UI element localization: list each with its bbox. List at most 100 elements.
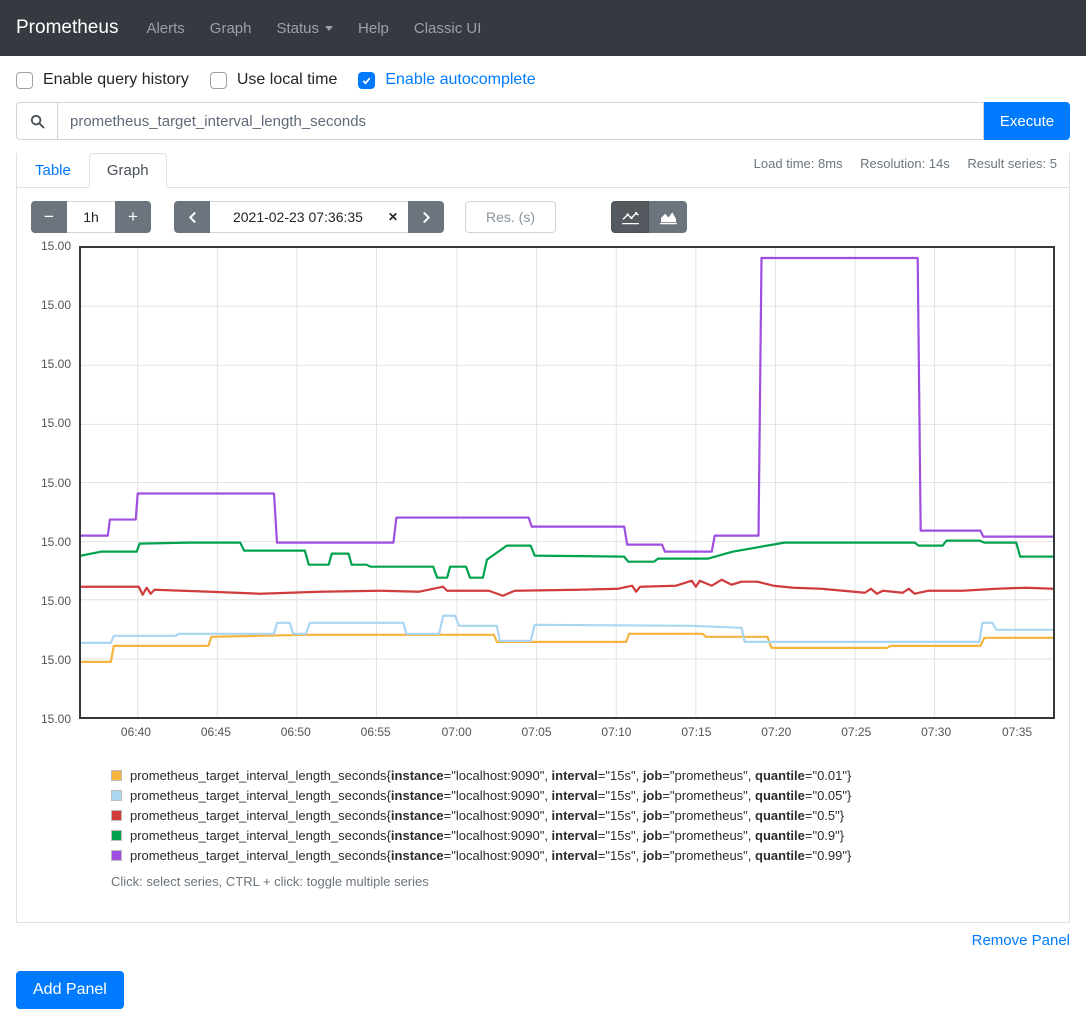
time-back-button[interactable] xyxy=(174,201,210,233)
legend-swatch xyxy=(111,850,122,861)
datetime-value: 2021-02-23 07:36:35 xyxy=(210,209,386,225)
y-tick-label: 15.00 xyxy=(41,535,71,549)
x-tick-label: 07:30 xyxy=(921,725,951,739)
y-tick-label: 15.00 xyxy=(41,653,71,667)
line-chart-icon xyxy=(621,210,640,225)
legend-swatch xyxy=(111,790,122,801)
legend-list: prometheus_target_interval_length_second… xyxy=(111,765,1055,865)
area-chart-icon xyxy=(659,210,678,225)
y-tick-label: 15.00 xyxy=(41,298,71,312)
result-series: Result series: 5 xyxy=(967,156,1057,171)
query-panel: Load time: 8ms Resolution: 14s Result se… xyxy=(16,153,1070,923)
legend-series-label: prometheus_target_interval_length_second… xyxy=(130,768,851,783)
nav-item-help-label: Help xyxy=(358,20,389,37)
clear-time-icon[interactable]: ✕ xyxy=(386,210,408,224)
resolution: Resolution: 14s xyxy=(860,156,950,171)
legend-series-label: prometheus_target_interval_length_second… xyxy=(130,828,844,843)
nav-item-alerts-label: Alerts xyxy=(146,20,184,37)
range-input[interactable] xyxy=(67,201,115,233)
x-axis: 06:4006:4506:5006:5507:0007:0507:1007:15… xyxy=(79,719,1055,747)
legend-item[interactable]: prometheus_target_interval_length_second… xyxy=(111,765,1055,785)
x-tick-label: 07:00 xyxy=(442,725,472,739)
y-tick-label: 15.00 xyxy=(41,239,71,253)
y-tick-label: 15.00 xyxy=(41,416,71,430)
graph-tab-content: − + 2021-02-23 07:36:35 ✕ xyxy=(17,188,1069,922)
search-icon xyxy=(30,114,45,129)
navbar: Prometheus Alerts Graph Status Help Clas… xyxy=(0,0,1086,56)
series-line xyxy=(81,258,1053,552)
x-tick-label: 06:45 xyxy=(201,725,231,739)
checkbox-label: Enable autocomplete xyxy=(385,71,535,89)
range-decrease-button[interactable]: − xyxy=(31,201,67,233)
query-bar: Execute xyxy=(16,102,1070,140)
load-time: Load time: 8ms xyxy=(754,156,843,171)
nav-item-status-label: Status xyxy=(277,20,320,37)
legend-series-label: prometheus_target_interval_length_second… xyxy=(130,808,844,823)
legend-item[interactable]: prometheus_target_interval_length_second… xyxy=(111,805,1055,825)
options-row: Enable query history Use local time Enab… xyxy=(16,71,1070,89)
series-line xyxy=(81,580,1053,596)
nav-item-classic-ui[interactable]: Classic UI xyxy=(414,20,482,37)
legend-series-label: prometheus_target_interval_length_second… xyxy=(130,788,851,803)
nav-item-status[interactable]: Status xyxy=(277,20,334,37)
nav-item-help[interactable]: Help xyxy=(358,20,389,37)
checkbox-use-local-time[interactable]: Use local time xyxy=(210,71,337,89)
x-tick-label: 07:10 xyxy=(601,725,631,739)
series-line xyxy=(81,616,1053,643)
caret-down-icon xyxy=(325,26,333,31)
plot-area[interactable] xyxy=(79,246,1055,719)
checkbox-box[interactable] xyxy=(210,72,227,89)
x-tick-label: 06:40 xyxy=(121,725,151,739)
time-input-group: 2021-02-23 07:36:35 ✕ xyxy=(174,201,444,233)
tab-graph[interactable]: Graph xyxy=(89,153,167,188)
add-panel-button[interactable]: Add Panel xyxy=(16,971,124,1009)
y-tick-label: 15.00 xyxy=(41,476,71,490)
series-line xyxy=(81,634,1053,662)
remove-panel-row: Remove Panel xyxy=(16,932,1070,949)
legend-swatch xyxy=(111,830,122,841)
line-chart-toggle-button[interactable] xyxy=(611,201,649,233)
graph-controls: − + 2021-02-23 07:36:35 ✕ xyxy=(31,201,1055,233)
legend-swatch xyxy=(111,770,122,781)
legend-hint: Click: select series, CTRL + click: togg… xyxy=(111,874,1055,889)
query-stats: Load time: 8ms Resolution: 14s Result se… xyxy=(740,156,1057,171)
datetime-input[interactable]: 2021-02-23 07:36:35 ✕ xyxy=(210,201,408,233)
search-icon-addon xyxy=(16,102,57,140)
legend-item[interactable]: prometheus_target_interval_length_second… xyxy=(111,825,1055,845)
x-tick-label: 07:25 xyxy=(841,725,871,739)
brand-prometheus[interactable]: Prometheus xyxy=(16,17,118,39)
chevron-left-icon xyxy=(188,211,197,224)
checkmark-icon xyxy=(361,75,372,86)
checkbox-enable-query-history[interactable]: Enable query history xyxy=(16,71,189,89)
checkbox-box[interactable] xyxy=(16,72,33,89)
stacked-chart-toggle-button[interactable] xyxy=(649,201,687,233)
brand-label: Prometheus xyxy=(16,17,118,38)
checkbox-box[interactable] xyxy=(358,72,375,89)
nav-item-alerts[interactable]: Alerts xyxy=(146,20,184,37)
plot-outer: 06:4006:4506:5006:5507:0007:0507:1007:15… xyxy=(79,246,1055,747)
y-tick-label: 15.00 xyxy=(41,594,71,608)
y-axis: 15.0015.0015.0015.0015.0015.0015.0015.00… xyxy=(31,246,79,719)
range-increase-button[interactable]: + xyxy=(115,201,151,233)
legend-item[interactable]: prometheus_target_interval_length_second… xyxy=(111,785,1055,805)
x-tick-label: 06:55 xyxy=(361,725,391,739)
x-tick-label: 06:50 xyxy=(281,725,311,739)
x-tick-label: 07:35 xyxy=(1002,725,1032,739)
y-tick-label: 15.00 xyxy=(41,712,71,726)
checkbox-label: Use local time xyxy=(237,71,337,89)
checkbox-label: Enable query history xyxy=(43,71,189,89)
execute-button[interactable]: Execute xyxy=(984,102,1070,140)
range-input-group: − + xyxy=(31,201,151,233)
x-tick-label: 07:15 xyxy=(681,725,711,739)
y-tick-label: 15.00 xyxy=(41,357,71,371)
remove-panel-link[interactable]: Remove Panel xyxy=(972,932,1070,949)
legend-swatch xyxy=(111,810,122,821)
tab-table[interactable]: Table xyxy=(17,153,89,188)
nav-item-graph[interactable]: Graph xyxy=(210,20,252,37)
resolution-input[interactable] xyxy=(465,201,556,233)
checkbox-enable-autocomplete[interactable]: Enable autocomplete xyxy=(358,71,535,89)
legend-item[interactable]: prometheus_target_interval_length_second… xyxy=(111,845,1055,865)
panel-bottom-spacer xyxy=(31,889,1055,922)
time-forward-button[interactable] xyxy=(408,201,444,233)
query-input[interactable] xyxy=(57,102,984,140)
